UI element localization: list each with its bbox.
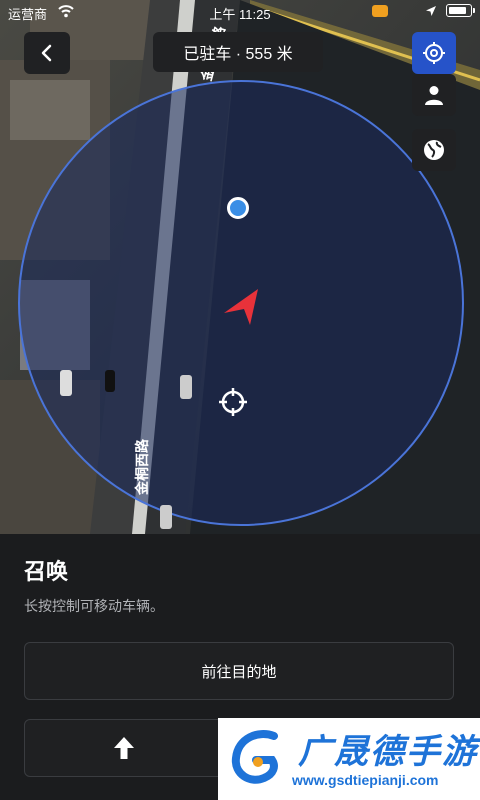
status-bar: 运营商 上午 11:25 <box>0 0 480 24</box>
status-time: 上午 11:25 <box>209 7 271 22</box>
arrow-up-icon <box>114 737 134 759</box>
recenter-button[interactable] <box>412 32 456 74</box>
target-crosshair-icon[interactable] <box>217 386 249 418</box>
watermark-title: 广晟德手游 <box>298 733 478 771</box>
person-icon <box>425 86 443 105</box>
navigation-arrow-icon <box>224 289 258 325</box>
panel-description: 长按控制可移动车辆。 <box>24 598 164 614</box>
watermark-logo-icon <box>231 730 278 784</box>
status-right <box>426 4 475 17</box>
map-view[interactable]: 金桐西路 金桐西路 <box>0 0 480 534</box>
globe-icon <box>424 140 444 160</box>
watermark-url: www.gsdtiepianji.com <box>292 772 439 788</box>
battery-icon <box>446 4 475 17</box>
satellite-map <box>0 0 480 534</box>
watermark: 广晟德手游 www.gsdtiepianji.com <box>218 718 480 800</box>
satellite-toggle-button[interactable] <box>412 129 456 171</box>
parking-status-title: 已驻车 · 555 米 <box>153 32 323 72</box>
go-to-destination-button[interactable]: 前往目的地 <box>24 642 454 700</box>
road-label-2: 金桐西路 <box>134 439 150 495</box>
app-indicator-icon <box>372 5 388 17</box>
location-arrow-icon <box>426 5 436 16</box>
crosshair-icon <box>423 42 445 64</box>
blue-dot-icon <box>227 197 249 219</box>
user-location-button[interactable] <box>412 74 456 116</box>
panel-title: 召唤 <box>24 559 69 584</box>
back-button[interactable] <box>24 32 70 74</box>
forward-button[interactable] <box>24 719 224 777</box>
chevron-left-icon <box>41 44 52 62</box>
